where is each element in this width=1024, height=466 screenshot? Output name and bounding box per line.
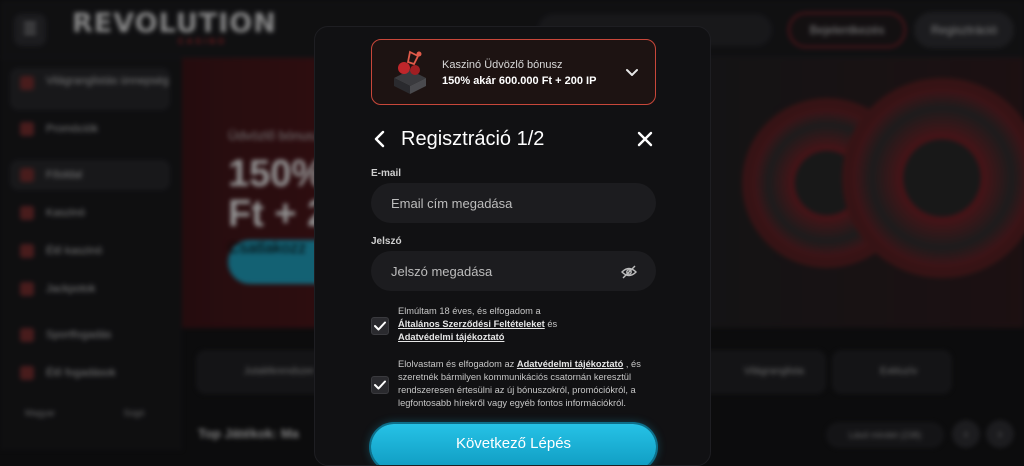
welcome-bonus-banner[interactable]: Kaszinó Üdvözlő bónusz 150% akár 600.000… [371,39,656,105]
privacy-policy-link[interactable]: Adatvédelmi tájékoztató [517,359,623,369]
bonus-gift-icon [394,50,426,94]
menu-icon[interactable]: ☰ [14,14,46,46]
marketing-consent-checkbox[interactable] [371,376,389,394]
show-all-button[interactable]: Lásd mindet (238) [826,422,944,448]
modal-title: Regisztráció 1/2 [401,128,545,150]
registration-modal: Kaszinó Üdvözlő bónusz 150% akár 600.000… [314,26,711,466]
help-link[interactable]: Súgó [104,408,164,418]
chevron-down-icon[interactable] [624,64,640,80]
site-logo: REVOLUTION [72,8,277,39]
sidebar-item-live-casino[interactable]: Élő kaszinó [10,236,170,266]
password-label: Jelszó [371,236,402,247]
games-section-title: Top Játékok: Ma [198,426,299,441]
sidebar-item-home[interactable]: Főoldal [10,160,170,190]
next-step-button[interactable]: Következő Lépés [371,424,656,465]
sidebar-item-live-bets[interactable]: Élő fogadások [10,358,170,388]
consent1-text: Elmúltam 18 éves, és elfogadom a [398,306,541,316]
register-button[interactable]: Regisztráció [914,12,1014,48]
consent1-and: és [544,319,558,329]
email-field[interactable] [371,183,656,223]
email-label: E-mail [371,168,402,179]
sidebar-item-sports[interactable]: Sportfogadás [10,320,170,350]
language-switch[interactable]: Magyar [10,408,70,418]
sidebar-item-jackpots[interactable]: Jackpotok [10,274,170,304]
bonus-title: Kaszinó Üdvözlő bónusz [442,59,563,71]
back-arrow-icon[interactable] [371,129,389,149]
site-logo-sub: CASINO [178,37,228,46]
close-icon[interactable] [637,131,653,147]
sidebar-item-promotions[interactable]: Promóciók [10,114,170,144]
checkmark-icon [374,321,386,331]
prev-page-icon[interactable]: ‹ [952,420,980,448]
bonus-amount: 150% akár 600.000 Ft + 200 IP [442,75,597,87]
category-pill[interactable]: Exkluzív [832,350,952,394]
checkmark-icon [374,380,386,390]
sidebar-item-leaderboard[interactable]: Világranglistás ünnepség [10,68,170,110]
next-page-icon[interactable]: › [986,420,1014,448]
marketing-consent: Elolvastam és elfogadom az Adatvédelmi t… [398,358,656,410]
privacy-link[interactable]: Adatvédelmi tájékoztató [398,332,504,342]
consent2-text-a: Elolvastam és elfogadom az [398,359,517,369]
login-button[interactable]: Bejelentkezés [788,12,906,48]
category-pill[interactable]: Világranglista [696,350,826,394]
sidebar-item-casino[interactable]: Kaszinó [10,198,170,228]
sidebar: Világranglistás ünnepség Promóciók Főold… [0,58,182,450]
age-terms-consent: Elmúltam 18 éves, és elfogadom a Általán… [398,305,656,344]
age-terms-checkbox[interactable] [371,317,389,335]
password-field[interactable] [371,251,656,291]
hide-password-icon[interactable] [621,265,637,279]
terms-link[interactable]: Általános Szerződési Feltételeket [398,319,545,329]
hero-subtitle: Üdvözlő bónusz [228,128,321,143]
